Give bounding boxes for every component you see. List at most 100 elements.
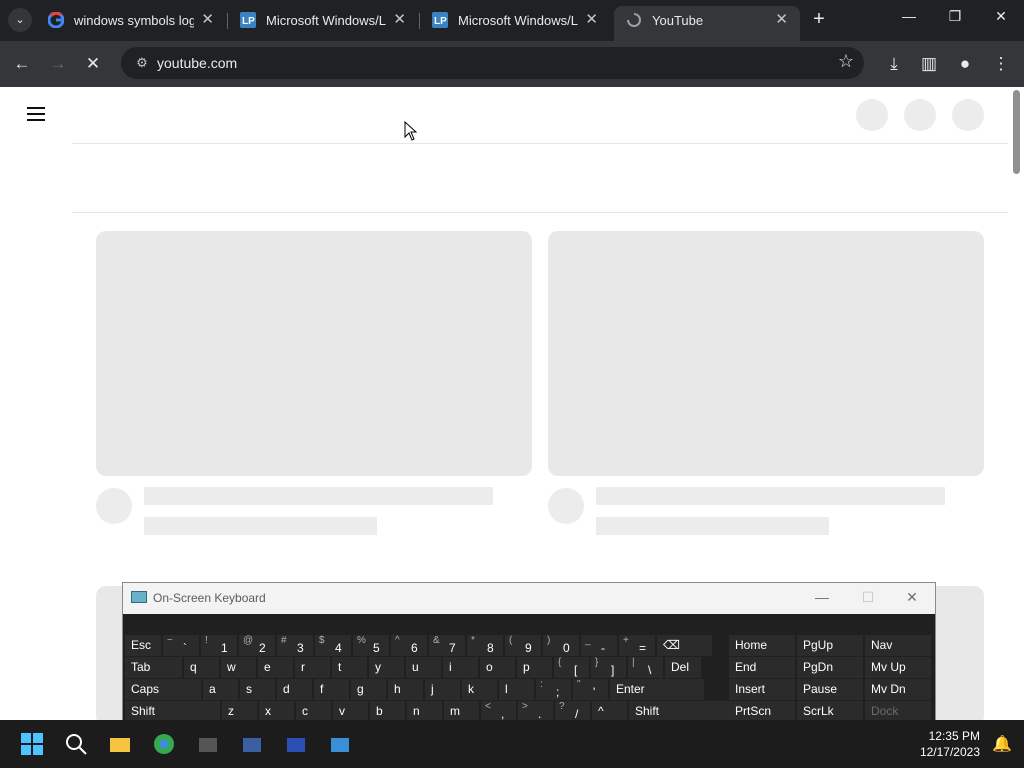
osk-key[interactable]: Pause <box>797 679 863 700</box>
osk-key[interactable]: d <box>277 679 312 700</box>
osk-key[interactable]: e <box>258 657 293 678</box>
osk-key[interactable]: n <box>407 701 442 722</box>
osk-key[interactable]: Enter <box>610 679 704 700</box>
search-icon[interactable] <box>64 732 88 756</box>
osk-key[interactable]: v <box>333 701 368 722</box>
download-icon[interactable]: ⤓ <box>883 53 905 75</box>
address-bar[interactable]: ⚙ youtube.com ☆ <box>121 47 864 79</box>
osk-key[interactable]: u <box>406 657 441 678</box>
osk-key[interactable]: Insert <box>729 679 795 700</box>
osk-minimize-button[interactable]: — <box>807 589 837 605</box>
osk-key[interactable]: w <box>221 657 256 678</box>
osk-key[interactable]: " ' <box>573 679 608 700</box>
minimize-button[interactable]: — <box>894 8 924 24</box>
tab-search-button[interactable]: ⌄ <box>8 8 32 32</box>
osk-key[interactable]: ! 1 <box>201 635 237 656</box>
osk-key[interactable]: }] <box>591 657 626 678</box>
app-icon[interactable] <box>328 732 352 756</box>
osk-key[interactable]: l <box>499 679 534 700</box>
osk-key[interactable]: ⌫ <box>657 635 712 656</box>
osk-key[interactable]: Shift <box>125 701 220 722</box>
osk-key[interactable]: j <box>425 679 460 700</box>
close-icon[interactable]: ✕ <box>201 10 214 28</box>
osk-key[interactable]: f <box>314 679 349 700</box>
scrollbar[interactable] <box>1013 90 1020 174</box>
app-icon[interactable] <box>240 732 264 756</box>
windows-start-icon[interactable] <box>20 732 44 756</box>
osk-key[interactable]: ScrLk <box>797 701 863 722</box>
file-explorer-icon[interactable] <box>108 732 132 756</box>
osk-key[interactable]: PgDn <box>797 657 863 678</box>
osk-key[interactable]: o <box>480 657 515 678</box>
osk-key[interactable]: Esc <box>125 635 161 656</box>
osk-key[interactable]: y <box>369 657 404 678</box>
stop-button[interactable]: ✕ <box>82 53 104 75</box>
tab-youtube[interactable]: YouTube ✕ <box>614 6 800 41</box>
osk-key[interactable]: Nav <box>865 635 931 656</box>
osk-close-button[interactable]: ✕ <box>897 589 927 606</box>
app-icon[interactable] <box>196 732 220 756</box>
osk-key[interactable]: PrtScn <box>729 701 795 722</box>
close-icon[interactable]: ✕ <box>393 10 406 28</box>
back-button[interactable]: ← <box>11 53 33 75</box>
osk-key[interactable]: i <box>443 657 478 678</box>
forward-button[interactable]: → <box>47 53 69 75</box>
osk-key[interactable]: a <box>203 679 238 700</box>
osk-key[interactable]: ^ <box>592 701 627 722</box>
osk-key[interactable]: #3 <box>277 635 313 656</box>
osk-key[interactable]: Home <box>729 635 795 656</box>
side-panel-icon[interactable]: ▥ <box>918 53 940 75</box>
osk-key[interactable]: k <box>462 679 497 700</box>
osk-key[interactable]: End <box>729 657 795 678</box>
profile-icon[interactable]: ● <box>954 53 976 75</box>
chrome-icon[interactable] <box>152 732 176 756</box>
restore-button[interactable]: ❐ <box>940 8 970 25</box>
osk-key[interactable]: Del <box>665 657 701 678</box>
bookmark-star-icon[interactable]: ☆ <box>838 51 854 72</box>
osk-key[interactable]: ? / <box>555 701 590 722</box>
osk-key[interactable]: Dock <box>865 701 931 722</box>
osk-key[interactable]: b <box>370 701 405 722</box>
osk-maximize-button[interactable]: ☐ <box>853 589 883 606</box>
osk-key[interactable]: _ - <box>581 635 617 656</box>
osk-key[interactable]: s <box>240 679 275 700</box>
osk-key[interactable]: q <box>184 657 219 678</box>
menu-icon[interactable]: ⋮ <box>990 53 1012 75</box>
osk-key[interactable]: x <box>259 701 294 722</box>
osk-key[interactable]: r <box>295 657 330 678</box>
osk-key[interactable]: ^ 6 <box>391 635 427 656</box>
osk-key[interactable]: h <box>388 679 423 700</box>
system-clock[interactable]: 12:35 PM 12/17/2023 <box>920 728 980 760</box>
osk-key[interactable]: Caps <box>125 679 201 700</box>
close-icon[interactable]: ✕ <box>775 10 788 28</box>
osk-key[interactable]: {[ <box>554 657 589 678</box>
tab-2[interactable]: LP Microsoft Windows/Lo ✕ <box>228 6 418 35</box>
osk-key[interactable]: c <box>296 701 331 722</box>
osk-title-bar[interactable]: On-Screen Keyboard — ☐ ✕ <box>123 583 935 614</box>
osk-key[interactable]: m <box>444 701 479 722</box>
osk-key[interactable]: :; <box>536 679 571 700</box>
tab-1[interactable]: windows symbols logo ✕ <box>36 6 226 35</box>
tab-3[interactable]: LP Microsoft Windows/Lo ✕ <box>420 6 610 35</box>
osk-key[interactable]: | \ <box>628 657 663 678</box>
osk-key[interactable]: >. <box>518 701 553 722</box>
osk-key[interactable]: % 5 <box>353 635 389 656</box>
close-icon[interactable]: ✕ <box>585 10 598 28</box>
osk-key[interactable]: p <box>517 657 552 678</box>
osk-key[interactable]: ) 0 <box>543 635 579 656</box>
osk-key[interactable]: $4 <box>315 635 351 656</box>
osk-key[interactable]: <, <box>481 701 516 722</box>
notification-bell-icon[interactable]: 🔔 <box>992 734 1012 754</box>
app-icon[interactable] <box>284 732 308 756</box>
osk-key[interactable]: (9 <box>505 635 541 656</box>
osk-key[interactable]: Mv Dn <box>865 679 931 700</box>
osk-key[interactable]: Mv Up <box>865 657 931 678</box>
close-window-button[interactable]: ✕ <box>986 8 1016 25</box>
osk-key[interactable]: t <box>332 657 367 678</box>
osk-key[interactable]: Tab <box>125 657 182 678</box>
osk-key[interactable]: * 8 <box>467 635 503 656</box>
osk-key[interactable]: @2 <box>239 635 275 656</box>
osk-key[interactable]: z <box>222 701 257 722</box>
osk-key[interactable]: & 7 <box>429 635 465 656</box>
osk-key[interactable]: ~ ` <box>163 635 199 656</box>
